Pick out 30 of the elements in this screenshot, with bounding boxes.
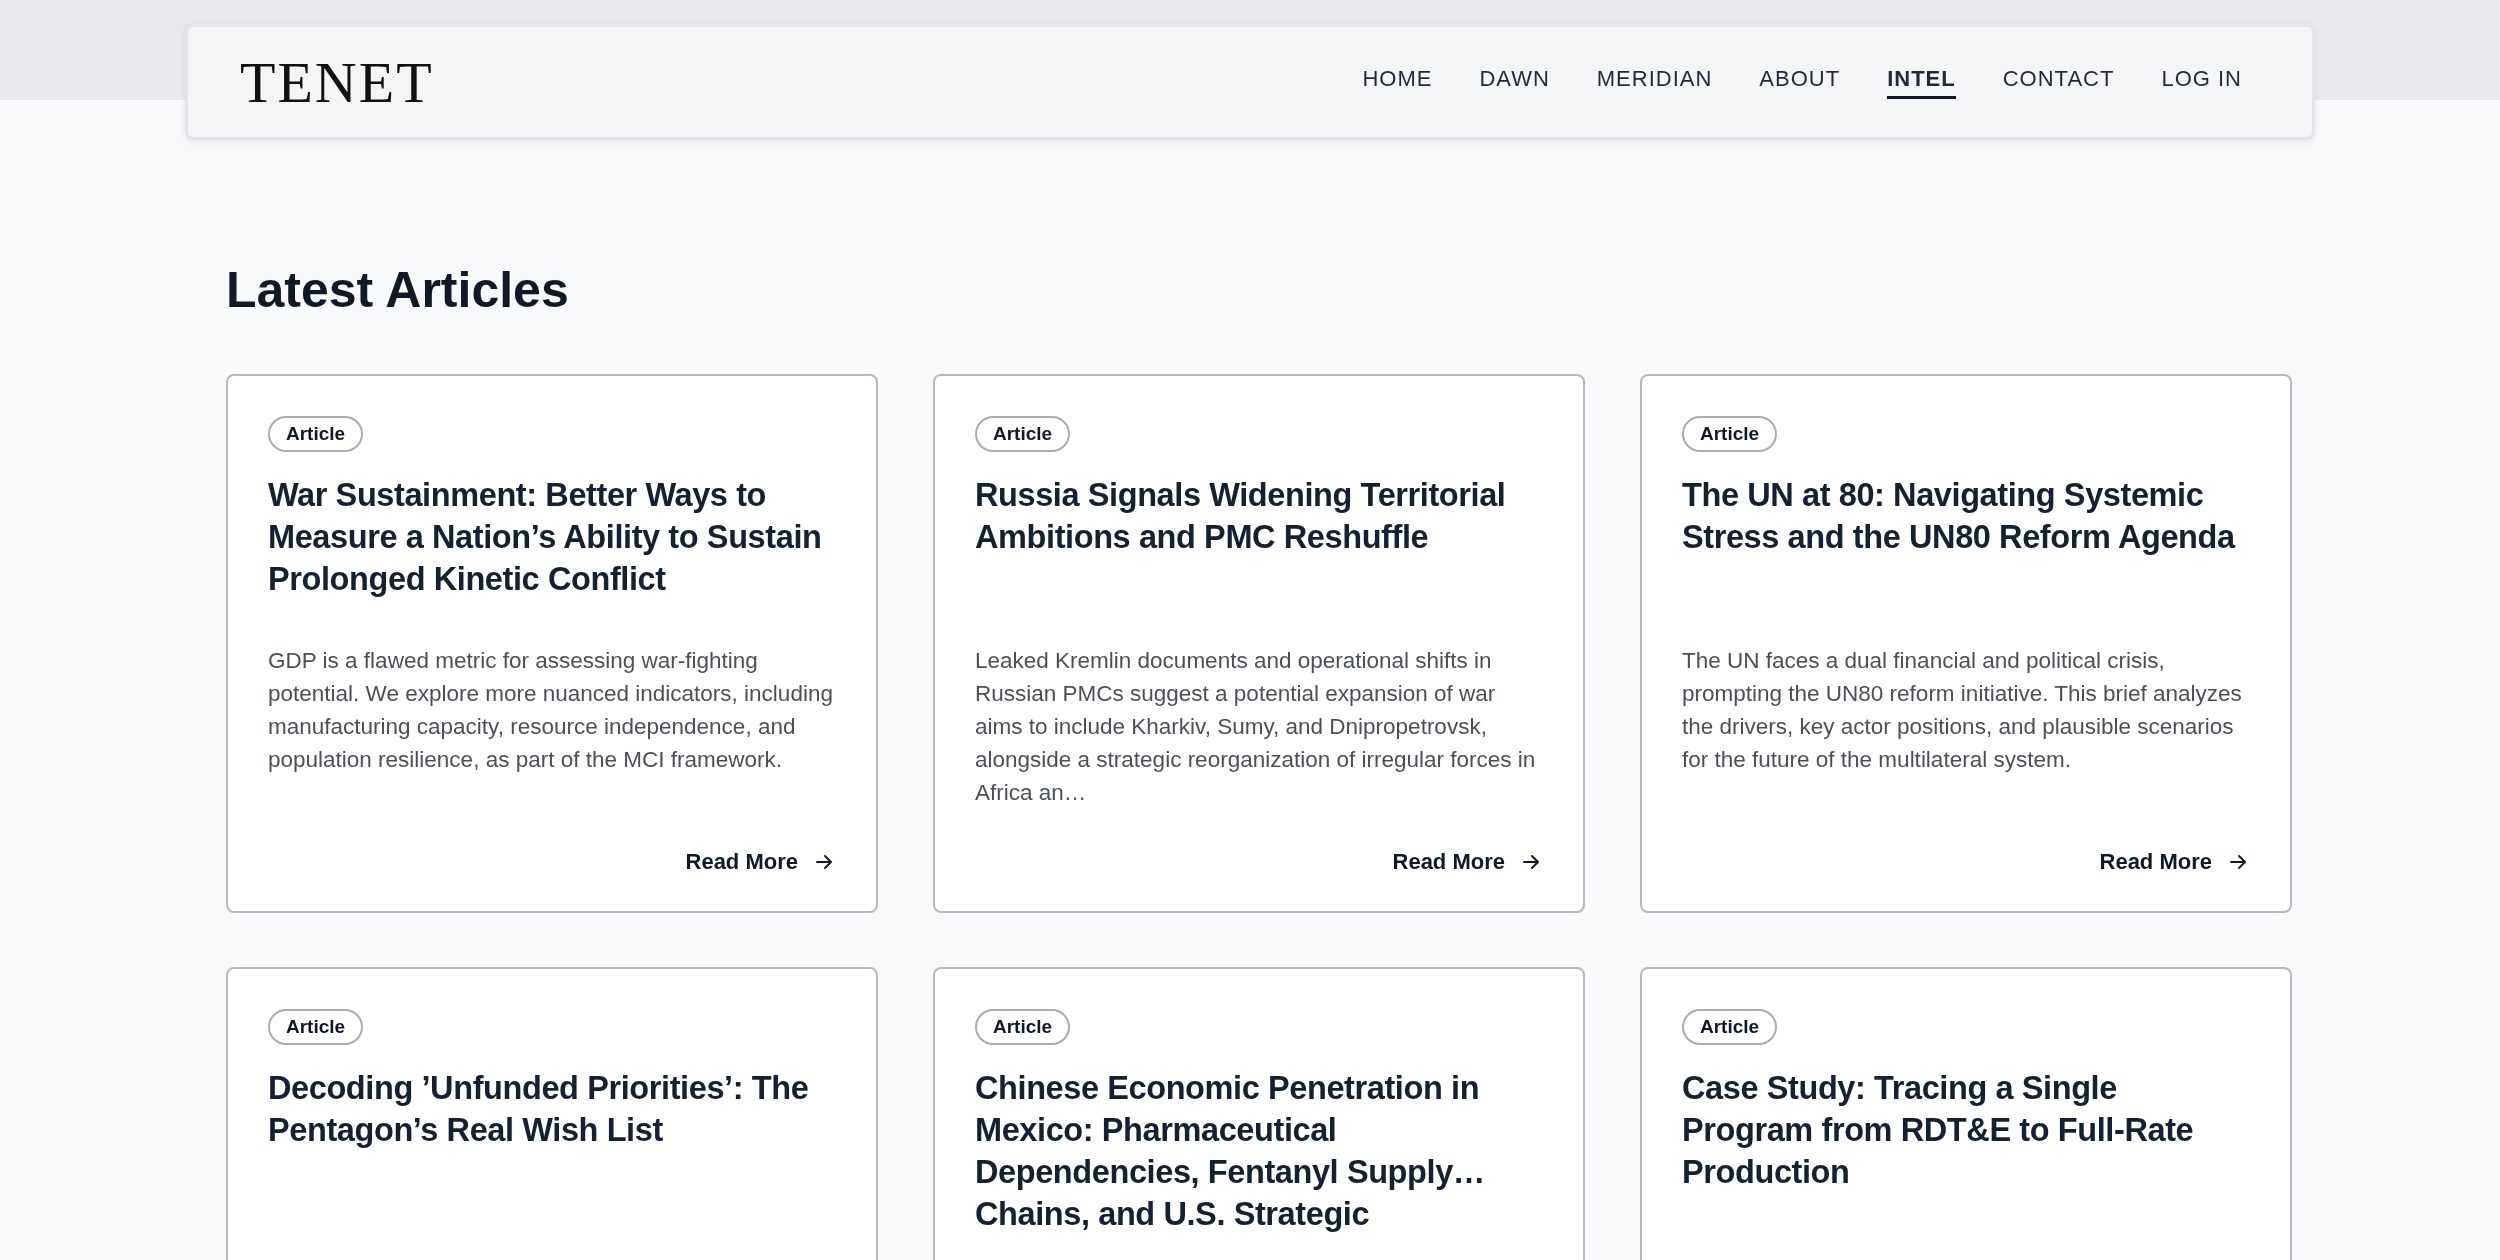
read-more-link[interactable]: Read More [1392, 849, 1541, 875]
article-summary: GDP is a flawed metric for assessing war-fighting potential. We explore more nuanced indicators, including manufacturing capacity, resource independence, and population resilience, as part of the MCI framework. [268, 647, 834, 774]
article-title[interactable]: The UN at 80: Navigating Systemic Stress and the UN80 Reform Agenda [1682, 474, 2250, 644]
nav-link[interactable]: ABOUT [1759, 65, 1841, 99]
article-title[interactable]: Decoding ’Unfunded Priorities’: The Pentagon’s Real Wish List [268, 1067, 836, 1237]
nav-link[interactable]: HOME [1362, 65, 1433, 99]
article-tag: Article [268, 416, 364, 452]
article-tag: Article [975, 416, 1071, 452]
arrow-right-icon [814, 852, 834, 872]
article-summary: Leaked Kremlin documents and operational shifts in Russian PMCs suggest a potential expansion of war aims to include Kharkiv, Sumy, and Dnipropetrovsk, alongside a strategic reorganization of irregular forces in Africa an… [975, 647, 1537, 807]
nav-link[interactable]: MERIDIAN [1596, 65, 1713, 99]
article-summary: The UN faces a dual financial and political crisis, prompting the UN80 reform initiative. This brief analyzes the drivers, key actor positions, and plausible scenarios for the future of the multilateral system. [1682, 647, 2243, 774]
article-tag: Article [268, 1009, 364, 1045]
nav-link[interactable]: CONTACT [2002, 65, 2115, 99]
nav-link[interactable]: INTEL [1887, 65, 1956, 99]
arrow-right-icon [1521, 852, 1541, 872]
read-more-link[interactable]: Read More [685, 849, 834, 875]
article-title[interactable]: Case Study: Tracing a Single Program from RDT&E to Full-Rate Production [1682, 1067, 2250, 1237]
article-title[interactable]: War Sustainment: Better Ways to Measure a Nation’s Ability to Sustain Prolonged Kinetic Conflict [268, 474, 836, 644]
nav-link[interactable]: LOG IN [2161, 65, 2242, 99]
article-tag: Article [975, 1009, 1071, 1045]
article-title[interactable]: Chinese Economic Penetration in Mexico: Pharmaceutical Dependencies, Fentanyl Supply… Chains, and U.S. Strategic [975, 1067, 1543, 1237]
read-more-link[interactable]: Read More [2099, 849, 2248, 875]
site-logo[interactable]: TENET [240, 48, 434, 116]
arrow-right-icon [2228, 852, 2248, 872]
nav-link[interactable]: DAWN [1479, 65, 1550, 99]
article-tag: Article [1682, 416, 1778, 452]
section-heading: Latest Articles [226, 261, 570, 320]
article-tag: Article [1682, 1009, 1778, 1045]
article-title[interactable]: Russia Signals Widening Territorial Ambitions and PMC Reshuffle [975, 474, 1543, 644]
